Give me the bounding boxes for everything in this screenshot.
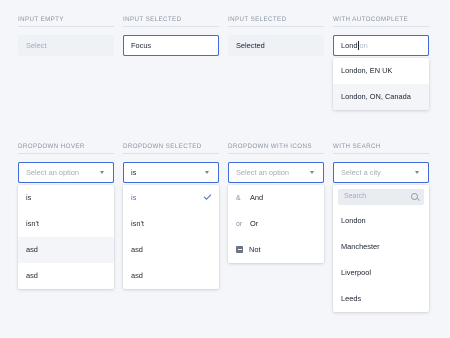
dropdown-placeholder: Select an option <box>26 168 80 177</box>
checkmark-icon <box>203 192 212 200</box>
input-value: Selected <box>236 41 265 50</box>
dropdown-selected-menu: is isn't asd asd <box>123 185 219 289</box>
option-item[interactable]: isn't <box>18 211 114 237</box>
section-autocomplete: WITH AUTOCOMPLETE Lond on London, EN UK L… <box>333 16 429 110</box>
ampersand-icon: & <box>236 195 241 202</box>
dropdown-placeholder: Select a city <box>341 168 381 177</box>
typed-text: Lond <box>341 41 358 50</box>
divider <box>18 26 114 27</box>
dropdown-search-menu: Search London Manchester Liverpool Leeds <box>333 185 429 312</box>
autocomplete-suggestions: London, EN UK London, ON, Canada <box>333 58 429 110</box>
or-icon: or <box>236 221 243 228</box>
autocomplete-input[interactable]: Lond on <box>333 35 429 56</box>
section-label: WITH AUTOCOMPLETE <box>333 16 409 23</box>
section-with-search: WITH SEARCH Select a city Search London … <box>333 143 429 312</box>
input-value: Focus <box>131 41 152 50</box>
option-label: Or <box>250 219 259 228</box>
dropdown-search-trigger[interactable]: Select a city <box>333 162 429 183</box>
divider <box>333 26 429 27</box>
section-dropdown-icons: DROPDOWN WITH ICONS Select an option & An… <box>228 143 324 263</box>
option-label: And <box>250 193 264 202</box>
divider <box>333 153 429 154</box>
section-input-selected: INPUT SELECTED Selected <box>228 16 324 56</box>
dropdown-hover-trigger[interactable]: Select an option <box>18 162 114 183</box>
section-dropdown-selected: DROPDOWN SELECTED is is isn't asd asd <box>123 143 219 289</box>
option-item-selected[interactable]: is <box>123 185 219 211</box>
option-label: Not <box>249 245 261 254</box>
section-label: DROPDOWN WITH ICONS <box>228 143 312 150</box>
option-item[interactable]: isn't <box>123 211 219 237</box>
section-label: DROPDOWN SELECTED <box>123 143 202 150</box>
option-item[interactable]: Leeds <box>333 286 429 312</box>
divider <box>18 153 114 154</box>
section-label: DROPDOWN HOVER <box>18 143 85 150</box>
divider <box>123 153 219 154</box>
section-input-focus: INPUT SELECTED Focus <box>123 16 219 56</box>
dropdown-value: is <box>131 168 137 177</box>
caret-down-icon <box>205 171 209 174</box>
option-item[interactable]: asd <box>18 263 114 289</box>
option-item[interactable]: London <box>333 208 429 234</box>
search-wrapper: Search <box>333 185 429 208</box>
option-item-hovered[interactable]: asd <box>18 237 114 263</box>
search-placeholder: Search <box>344 193 367 200</box>
divider <box>228 26 324 27</box>
completion-hint: on <box>359 41 368 50</box>
divider <box>228 153 324 154</box>
option-item-not[interactable]: Not <box>228 237 324 263</box>
option-item-and[interactable]: & And <box>228 185 324 211</box>
option-item[interactable]: Manchester <box>333 234 429 260</box>
select-input-selected[interactable]: Selected <box>228 35 324 56</box>
search-input[interactable]: Search <box>338 189 424 205</box>
section-label: INPUT EMPTY <box>18 16 64 23</box>
search-icon <box>411 193 418 200</box>
select-input-focus[interactable]: Focus <box>123 35 219 56</box>
section-label: WITH SEARCH <box>333 143 381 150</box>
caret-down-icon <box>100 171 104 174</box>
section-dropdown-hover: DROPDOWN HOVER Select an option is isn't… <box>18 143 114 289</box>
section-label: INPUT SELECTED <box>228 16 287 23</box>
suggestion-item[interactable]: London, ON, Canada <box>333 84 429 110</box>
divider <box>123 26 219 27</box>
option-item[interactable]: asd <box>123 263 219 289</box>
dropdown-selected-trigger[interactable]: is <box>123 162 219 183</box>
section-input-empty: INPUT EMPTY Select <box>18 16 114 56</box>
section-label: INPUT SELECTED <box>123 16 182 23</box>
option-item[interactable]: is <box>18 185 114 211</box>
select-input-empty[interactable]: Select <box>18 35 114 56</box>
caret-down-icon <box>415 171 419 174</box>
option-item-or[interactable]: or Or <box>228 211 324 237</box>
suggestion-item[interactable]: London, EN UK <box>333 58 429 84</box>
dropdown-icons-trigger[interactable]: Select an option <box>228 162 324 183</box>
not-box-icon <box>236 246 243 253</box>
option-item[interactable]: asd <box>123 237 219 263</box>
input-placeholder: Select <box>26 41 47 50</box>
option-item[interactable]: Liverpool <box>333 260 429 286</box>
caret-down-icon <box>310 171 314 174</box>
dropdown-icons-menu: & And or Or Not <box>228 185 324 263</box>
dropdown-hover-menu: is isn't asd asd <box>18 185 114 289</box>
dropdown-placeholder: Select an option <box>236 168 290 177</box>
option-label: is <box>131 193 137 202</box>
